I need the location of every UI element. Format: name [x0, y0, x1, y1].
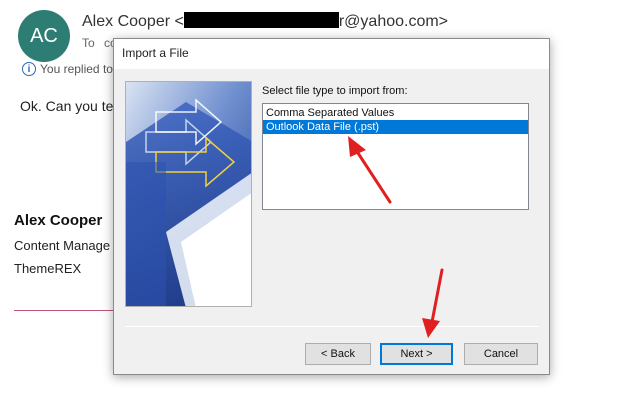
dialog-title-bar[interactable]: Import a File [114, 39, 549, 69]
replied-notice: i You replied to [22, 62, 113, 76]
list-item-pst[interactable]: Outlook Data File (.pst) [263, 120, 528, 134]
wizard-banner-image [125, 81, 252, 307]
file-type-prompt: Select file type to import from: [262, 85, 408, 97]
dialog-separator [125, 326, 539, 327]
signature-company: ThemeREX [14, 261, 82, 276]
next-button[interactable]: Next > [380, 343, 453, 365]
cancel-button[interactable]: Cancel [464, 343, 538, 365]
dialog-title: Import a File [122, 46, 189, 60]
redaction-bar [183, 12, 339, 28]
signature-name: Alex Cooper [14, 212, 103, 229]
signature-title: Content Manage [14, 238, 111, 253]
back-button[interactable]: < Back [305, 343, 371, 365]
message-body: Ok. Can you tell [20, 98, 120, 114]
sender-name: Alex Cooper < [82, 13, 184, 30]
replied-notice-text: You replied to [40, 62, 113, 76]
avatar-initials: AC [30, 24, 58, 47]
avatar[interactable]: AC [18, 10, 70, 62]
sender-line: Alex Cooper < r@yahoo.com> [82, 12, 448, 31]
file-type-list[interactable]: Comma Separated Values Outlook Data File… [262, 103, 529, 210]
to-row: To co [82, 36, 117, 50]
wizard-banner-graphic [126, 82, 251, 306]
import-dialog: Import a File Select file type to import… [113, 38, 550, 375]
list-item-csv[interactable]: Comma Separated Values [263, 106, 528, 120]
sender-domain: r@yahoo.com> [338, 13, 449, 30]
signature-divider [14, 310, 114, 311]
info-icon: i [22, 62, 36, 76]
to-label: To [82, 36, 95, 50]
